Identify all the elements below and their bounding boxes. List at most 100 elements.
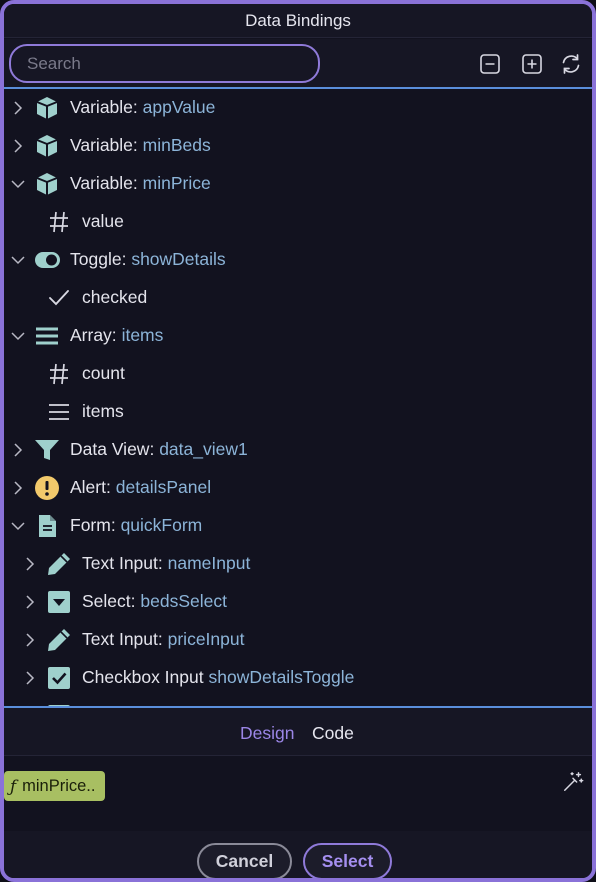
pencil-icon xyxy=(46,627,72,653)
tree-row[interactable]: Text Input: nameInput xyxy=(4,545,592,583)
tree-row[interactable]: Array: items xyxy=(4,317,592,355)
tree-row-name: appValue xyxy=(142,97,216,117)
filter-icon xyxy=(34,437,60,463)
tree-row[interactable]: checked xyxy=(4,279,592,317)
collapse-all-icon[interactable] xyxy=(478,52,502,76)
function-symbol: ƒ xyxy=(10,776,17,796)
tree-row-name: showDetails xyxy=(131,249,226,269)
tree-row[interactable]: value xyxy=(4,203,592,241)
binding-tree[interactable]: Variable: appValue Variable: minBeds Varia… xyxy=(4,89,592,706)
tree-row-label: Array: items xyxy=(70,325,163,346)
cube-icon xyxy=(34,171,60,197)
tree-row-type: Variable: xyxy=(70,97,138,117)
chevron-right-icon[interactable] xyxy=(22,670,38,686)
tree-row[interactable]: Alert: detailsPanel xyxy=(4,469,592,507)
tree-row-name: minPrice xyxy=(142,173,211,193)
tree-row-label: Alert: detailsPanel xyxy=(70,477,211,498)
tree-row-name: bedsSelect xyxy=(140,591,227,611)
chevron-right-icon[interactable] xyxy=(22,632,38,648)
chevron-right-icon[interactable] xyxy=(22,556,38,572)
tree-row[interactable]: Select: bedsSelect xyxy=(4,583,592,621)
tree-row-type: Checkbox Input xyxy=(82,667,204,687)
dialog-footer: Cancel Select xyxy=(4,831,592,878)
tree-row-label: Form: quickForm xyxy=(70,515,202,536)
expression-editor[interactable]: ƒ minPrice.. xyxy=(4,757,592,831)
editor-tabs: Design Code xyxy=(4,708,592,756)
select-icon xyxy=(46,589,72,615)
tree-row-type: Array: xyxy=(70,325,117,345)
chevron-down-icon[interactable] xyxy=(10,518,26,534)
tree-row-type: Form: xyxy=(70,515,116,535)
tree-row-name: showDetailsToggle xyxy=(208,667,355,687)
tree-row[interactable]: Variable: appValue xyxy=(4,89,592,127)
tree-row-type: value xyxy=(82,211,124,231)
tree-row-label: Variable: minBeds xyxy=(70,135,211,156)
tree-row[interactable]: Data View: data_view1 xyxy=(4,431,592,469)
tree-row-type: Data View: xyxy=(70,439,155,459)
tree-row-type: Variable: xyxy=(70,135,138,155)
binding-chip[interactable]: ƒ minPrice.. xyxy=(4,771,105,801)
tree-row-type: Select: xyxy=(82,591,136,611)
tree-row-label: Select: bedsSelect xyxy=(82,591,227,612)
expand-all-icon[interactable] xyxy=(520,52,544,76)
tree-row-label: count xyxy=(82,363,125,384)
tree-row-type: Text Input: xyxy=(82,553,163,573)
chevron-down-icon[interactable] xyxy=(10,328,26,344)
chevron-right-icon[interactable] xyxy=(22,594,38,610)
tab-code[interactable]: Code xyxy=(312,723,354,744)
tree-row-label: checked xyxy=(82,287,147,308)
tree-row[interactable]: items xyxy=(4,393,592,431)
tree-row[interactable]: count xyxy=(4,355,592,393)
tree-row-label: Text Input: nameInput xyxy=(82,553,250,574)
chevron-right-icon[interactable] xyxy=(10,442,26,458)
dialog-title: Data Bindings xyxy=(4,4,592,38)
chevron-down-icon[interactable] xyxy=(10,252,26,268)
tree-row-label: Data View: data_view1 xyxy=(70,439,248,460)
magic-wand-icon[interactable] xyxy=(562,771,584,793)
cancel-button[interactable]: Cancel xyxy=(197,843,292,878)
tree-row-name: nameInput xyxy=(167,553,251,573)
select-button[interactable]: Select xyxy=(303,843,392,878)
chevron-right-icon[interactable] xyxy=(10,138,26,154)
cube-icon xyxy=(34,95,60,121)
tree-row-name: priceInput xyxy=(167,629,245,649)
tree-row[interactable]: Variable: minPrice xyxy=(4,165,592,203)
tree-row-name: items xyxy=(121,325,164,345)
tree-row[interactable]: Form: quickForm xyxy=(4,507,592,545)
chevron-down-icon[interactable] xyxy=(10,176,26,192)
document-icon xyxy=(34,513,60,539)
tree-row-label: Variable: minPrice xyxy=(70,173,211,194)
tree-row-type: Text Input: xyxy=(82,629,163,649)
tree-row-label: value xyxy=(82,211,124,232)
chevron-right-icon[interactable] xyxy=(10,100,26,116)
hash-icon xyxy=(46,361,72,387)
tree-row-partial[interactable] xyxy=(4,697,592,706)
tree-row-type: Toggle: xyxy=(70,249,127,269)
list-icon xyxy=(34,323,60,349)
tree-row-name: data_view1 xyxy=(159,439,248,459)
tree-row-label: Checkbox Input showDetailsToggle xyxy=(82,667,354,688)
tree-row-type: count xyxy=(82,363,125,383)
tree-row[interactable]: Checkbox Input showDetailsToggle xyxy=(4,659,592,697)
chevron-right-icon[interactable] xyxy=(10,480,26,496)
tree-row[interactable]: Toggle: showDetails xyxy=(4,241,592,279)
dialog-title-text: Data Bindings xyxy=(245,10,351,30)
tree-row[interactable]: Text Input: priceInput xyxy=(4,621,592,659)
refresh-icon[interactable] xyxy=(559,52,583,76)
tab-design[interactable]: Design xyxy=(240,723,294,744)
binding-chip-label: minPrice.. xyxy=(22,776,96,795)
tree-row-label: Text Input: priceInput xyxy=(82,629,244,650)
tree-row-name: quickForm xyxy=(120,515,203,535)
tree-row[interactable]: Variable: minBeds xyxy=(4,127,592,165)
tree-row-label: Toggle: showDetails xyxy=(70,249,226,270)
pencil-icon xyxy=(46,551,72,577)
checkbox-icon xyxy=(46,665,72,691)
tree-row-type: Variable: xyxy=(70,173,138,193)
tree-row-name: minBeds xyxy=(142,135,211,155)
check-icon xyxy=(46,285,72,311)
tree-row-type: checked xyxy=(82,287,148,307)
list-thin-icon xyxy=(46,399,72,425)
alert-icon xyxy=(34,475,60,501)
tree-row-type: items xyxy=(82,401,124,421)
search-input[interactable] xyxy=(9,44,320,83)
